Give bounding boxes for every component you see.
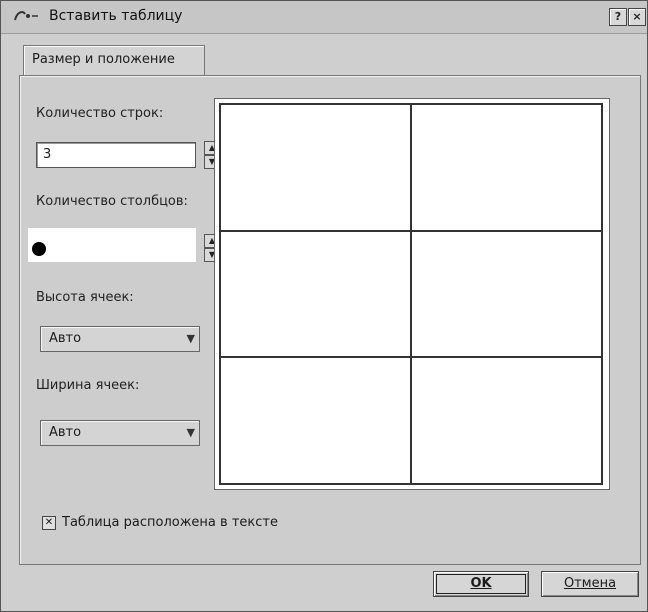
cell-height-value: Авто [49, 331, 82, 346]
chevron-down-icon: ▼ [186, 332, 195, 345]
preview-cell [220, 357, 411, 484]
app-icon [14, 11, 38, 21]
ok-button-label: OK [470, 576, 492, 591]
preview-cell [411, 104, 602, 231]
table-preview-grid [219, 103, 603, 485]
window-title: Вставить таблицу [49, 8, 183, 24]
columns-label: Количество столбцов: [36, 194, 188, 209]
close-button[interactable]: × [628, 8, 646, 26]
cell-height-select[interactable]: Авто ▼ [40, 326, 200, 352]
cancel-button-label: Отмена [563, 576, 617, 591]
bullet-marker-icon [32, 242, 46, 256]
rows-label: Количество строк: [36, 106, 164, 121]
in-text-checkbox[interactable]: ✕ [42, 516, 56, 530]
preview-cell [220, 230, 411, 358]
insert-table-dialog: Вставить таблицу ? × Размер и положение … [0, 0, 648, 612]
cell-height-label: Высота ячеек: [36, 290, 134, 305]
help-button[interactable]: ? [609, 8, 627, 26]
tab-panel: Количество строк: 3 ▲ ▼ Количество столб… [19, 75, 641, 565]
cell-width-select[interactable]: Авто ▼ [40, 420, 200, 446]
columns-input[interactable] [28, 228, 196, 262]
cell-width-label: Ширина ячеек: [36, 378, 140, 393]
cell-width-value: Авто [49, 425, 82, 440]
preview-cell [411, 230, 602, 358]
ok-button[interactable]: OK [433, 571, 529, 597]
chevron-down-icon: ▼ [186, 426, 195, 439]
table-preview [214, 98, 610, 490]
tab-size-position[interactable]: Размер и положение [23, 45, 205, 77]
tab-strip: Размер и положение [19, 41, 639, 77]
preview-cell [411, 357, 602, 484]
rows-input[interactable]: 3 [36, 142, 196, 168]
preview-cell [220, 104, 411, 231]
title-bar[interactable]: Вставить таблицу ? × [1, 1, 647, 34]
in-text-label: Таблица расположена в тексте [62, 515, 278, 530]
cancel-button[interactable]: Отмена [541, 571, 639, 597]
